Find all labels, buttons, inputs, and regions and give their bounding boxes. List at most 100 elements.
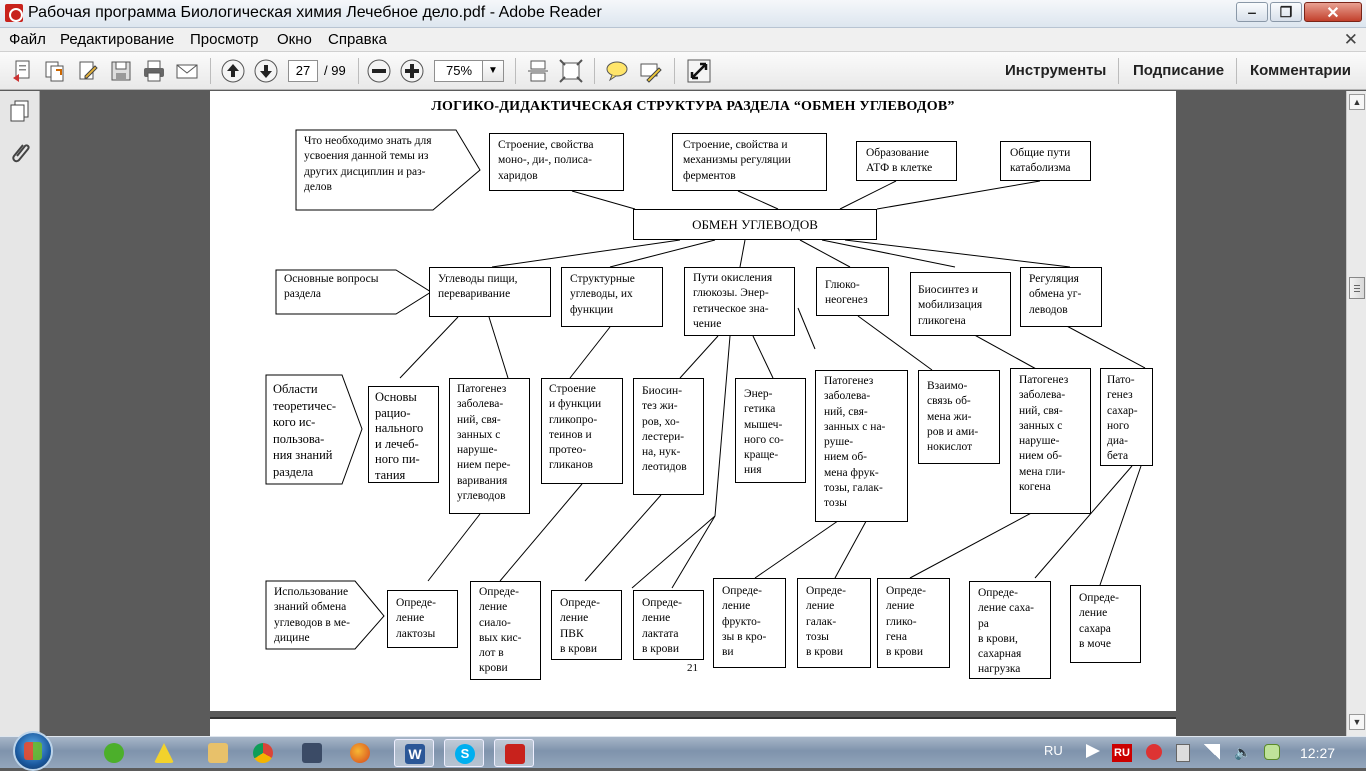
comments-tab[interactable]: Комментарии — [1250, 62, 1351, 79]
language-indicator[interactable]: RU — [1044, 743, 1063, 758]
menu-view[interactable]: Просмотр — [190, 31, 259, 48]
area-box: Патогенез заболева- ний, свя- занных с н… — [449, 378, 530, 514]
highlight-icon[interactable] — [637, 58, 663, 84]
floppy-icon — [302, 743, 322, 763]
area-box: Строение и функции гликопро- теинов и пр… — [541, 378, 623, 484]
top-box-text: Строение, свойства и механизмы регуляции… — [683, 139, 791, 182]
skype-icon: S — [455, 744, 475, 764]
topic-box-text: Биосинтез и мобилизация гликогена — [918, 284, 983, 327]
area-box-text: Строение и функции гликопро- теинов и пр… — [549, 383, 602, 472]
taskbar-adobe-reader[interactable] — [494, 739, 534, 767]
email-icon[interactable] — [174, 58, 200, 84]
area-box-text: Пато- генез сахар- ного диа- бета — [1107, 374, 1138, 463]
attachment-icon[interactable] — [8, 141, 32, 165]
scrolling-mode-icon[interactable] — [525, 58, 551, 84]
window-title: Рабочая программа Биологическая химия Ле… — [28, 4, 602, 21]
title-bar: Рабочая программа Биологическая химия Ле… — [0, 0, 1366, 28]
tray-expand-icon[interactable] — [1086, 744, 1100, 758]
topic-box-text: Углеводы пищи, переваривание — [438, 273, 518, 301]
restore-icon: ❐ — [1279, 4, 1293, 20]
toolbar: 27 / 99 75% ▼ Инструменты Подписание Ком… — [0, 52, 1366, 90]
method-box: Опреде- ление глико- гена в крови — [877, 578, 950, 668]
topic-box: Биосинтез и мобилизация гликогена — [910, 272, 1011, 336]
taskbar-chrome[interactable] — [243, 739, 283, 767]
area-box-text: Энер- гетика мышеч- ного со- краще- ния — [744, 388, 784, 477]
method-box: Опреде- ление фрукто- зы в кро- ви — [713, 578, 786, 668]
taskbar-firefox[interactable] — [340, 739, 380, 767]
firefox-icon — [350, 743, 370, 763]
top-box-text: Образование АТФ в клетке — [866, 147, 933, 175]
top-box-text: Общие пути катаболизма — [1010, 147, 1071, 175]
taskbar-app[interactable] — [144, 739, 184, 767]
zoom-out-icon[interactable] — [366, 58, 392, 84]
method-box: Опреде- ление лактата в крови — [633, 590, 704, 660]
method-box-text: Опреде- ление сиало- вых кис- лот в кров… — [479, 586, 522, 675]
keyboard-layout-icon[interactable]: RU — [1112, 744, 1132, 762]
vertical-scrollbar[interactable]: ▲ ▼ — [1346, 91, 1366, 736]
save-icon[interactable] — [108, 58, 134, 84]
comment-icon[interactable] — [604, 58, 630, 84]
method-box: Опреде- ление галак- тозы в крови — [797, 578, 871, 668]
pages-thumbnail-icon[interactable] — [8, 99, 32, 123]
edit-pdf-icon[interactable] — [75, 58, 101, 84]
scroll-up-icon[interactable]: ▲ — [1349, 94, 1365, 110]
method-box-text: Опреде- ление ПВК в крови — [560, 597, 600, 655]
top-box-text: Строение, свойства моно-, ди-, полиса- х… — [498, 139, 594, 182]
maximize-button[interactable]: ❐ — [1270, 2, 1302, 22]
next-page-icon[interactable] — [253, 58, 279, 84]
scroll-down-icon[interactable]: ▼ — [1349, 714, 1365, 730]
center-box-text: ОБМЕН УГЛЕВОДОВ — [692, 217, 818, 232]
start-button[interactable] — [13, 731, 53, 771]
menu-help[interactable]: Справка — [328, 31, 387, 48]
taskbar-skype[interactable]: S — [444, 739, 484, 767]
toolbar-separator — [1118, 58, 1119, 84]
method-box-text: Опреде- ление лактозы — [396, 597, 436, 640]
signal-icon[interactable] — [1204, 744, 1220, 760]
antivirus-icon[interactable] — [1146, 744, 1162, 760]
zoom-in-icon[interactable] — [399, 58, 425, 84]
menu-edit[interactable]: Редактирование — [60, 31, 174, 48]
minimize-button[interactable]: ‒ — [1236, 2, 1268, 22]
chevron-down-icon[interactable]: ▼ — [482, 60, 504, 82]
navigation-pane — [0, 91, 40, 736]
chrome-icon — [253, 743, 273, 763]
taskbar-word[interactable]: W — [394, 739, 434, 767]
toolbar-separator — [358, 58, 359, 84]
notification-icon[interactable] — [1264, 744, 1280, 760]
menu-file[interactable]: Файл — [9, 31, 46, 48]
scrollbar-thumb[interactable] — [1349, 277, 1365, 299]
close-document-icon[interactable]: ✕ — [1344, 30, 1358, 50]
taskbar-utorrent[interactable] — [94, 739, 134, 767]
clock[interactable]: 12:27 — [1300, 745, 1335, 761]
document-viewer[interactable]: ЛОГИКО-ДИДАКТИЧЕСКАЯ СТРУКТУРА РАЗДЕЛА “… — [41, 91, 1346, 736]
close-button[interactable]: ✕ — [1304, 2, 1362, 22]
area-box-text: Основы рацио- нального и лечеб- ного пи-… — [375, 390, 424, 482]
device-icon[interactable] — [1176, 744, 1190, 762]
tools-tab[interactable]: Инструменты — [1005, 62, 1106, 79]
method-box-text: Опреде- ление глико- гена в крови — [886, 585, 926, 659]
taskbar-explorer[interactable] — [198, 739, 238, 767]
create-pdf-icon[interactable] — [10, 58, 36, 84]
arrow-text-prerequisites: Что необходимо знать для усвоения данной… — [304, 135, 432, 193]
area-box: Биосин- тез жи- ров, хо- лестери- на, ну… — [633, 378, 704, 495]
area-box: Основы рацио- нального и лечеб- ного пи-… — [368, 386, 439, 483]
topic-box-text: Глюко- неогенез — [825, 279, 868, 307]
pdf-page: ЛОГИКО-ДИДАКТИЧЕСКАЯ СТРУКТУРА РАЗДЕЛА “… — [210, 91, 1176, 711]
menu-window[interactable]: Окно — [277, 31, 312, 48]
volume-icon[interactable]: 🔈 — [1234, 744, 1251, 760]
toolbar-separator — [674, 58, 675, 84]
fit-page-icon[interactable] — [558, 58, 584, 84]
print-icon[interactable] — [141, 58, 167, 84]
previous-page-icon[interactable] — [220, 58, 246, 84]
toolbar-separator — [515, 58, 516, 84]
sign-tab[interactable]: Подписание — [1133, 62, 1224, 79]
top-box: Строение, свойства и механизмы регуляции… — [672, 133, 827, 191]
fullscreen-icon[interactable] — [686, 58, 712, 84]
combine-files-icon[interactable] — [42, 58, 68, 84]
area-box-text: Патогенез заболева- ний, свя- занных с н… — [824, 375, 886, 510]
topic-box-text: Регуляция обмена уг- леводов — [1029, 273, 1082, 316]
taskbar-save[interactable] — [292, 739, 332, 767]
page-number-input[interactable]: 27 — [288, 60, 318, 82]
top-box: Строение, свойства моно-, ди-, полиса- х… — [489, 133, 624, 191]
method-box: Опреде- ление ПВК в крови — [551, 590, 622, 660]
